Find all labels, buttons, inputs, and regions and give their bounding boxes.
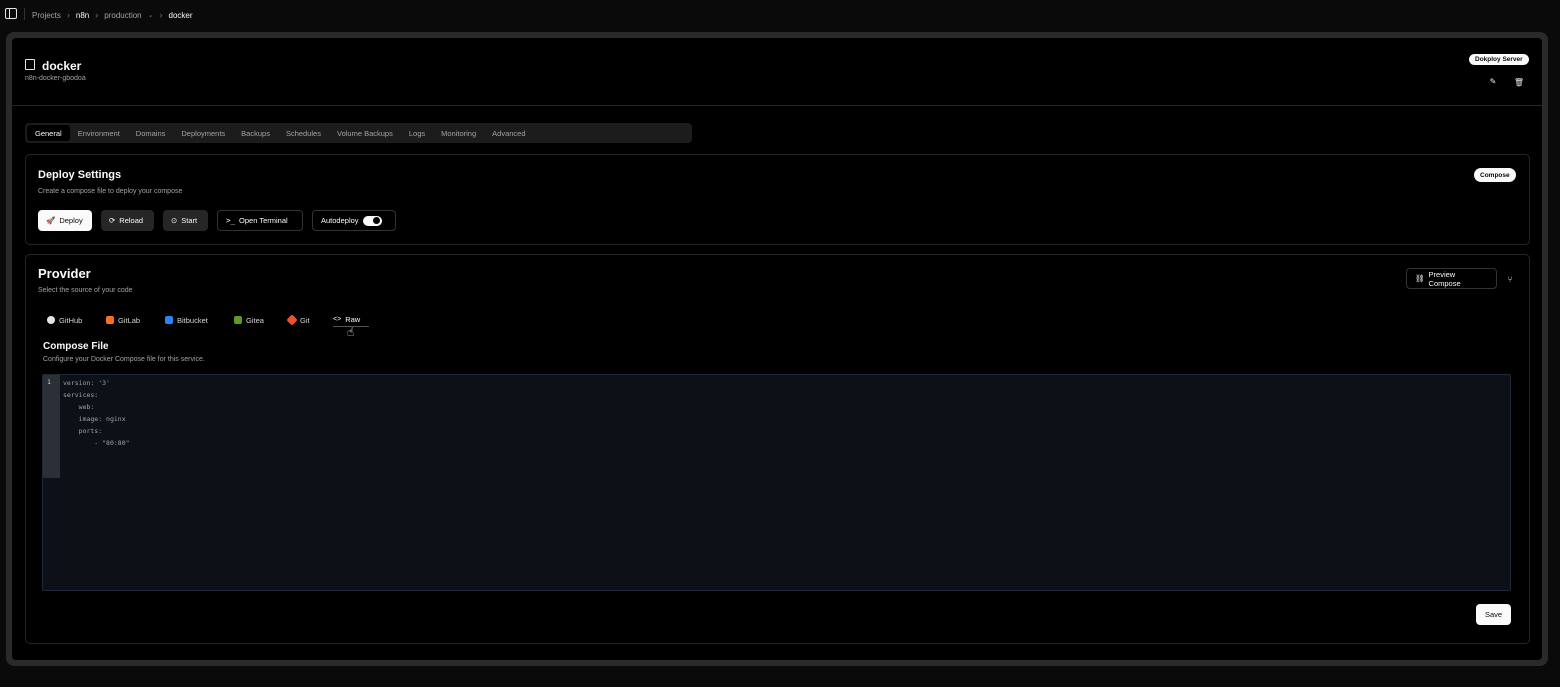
chevron-right-icon: › [95,10,99,20]
divider [24,8,25,20]
autodeploy-toggle[interactable] [362,215,382,226]
edit-icon[interactable]: ✎ [1488,76,1498,86]
check-circle-icon: ⊙ [171,216,178,225]
breadcrumb-projects[interactable]: Projects [32,11,61,20]
breadcrumb-environment[interactable]: production [104,11,141,20]
gitlab-icon [106,316,114,324]
tab-domains[interactable]: Domains [128,125,174,141]
deploy-settings-title: Deploy Settings [38,169,122,181]
deploy-button[interactable]: 🚀 Deploy [38,210,92,231]
source-tab-bitbucket[interactable]: Bitbucket [165,313,208,327]
breadcrumb: Projects › n8n › production ⌄ › docker [32,10,193,20]
trash-icon[interactable]: 🗑 [1514,77,1524,87]
bitbucket-icon [165,316,173,324]
reload-button-label: Reload [119,216,144,225]
open-terminal-label: Open Terminal [239,216,288,225]
tab-advanced[interactable]: Advanced [484,125,533,141]
tab-logs[interactable]: Logs [401,125,433,141]
refresh-icon: ⟳ [109,216,116,225]
server-badge: Dokploy Server [1469,54,1529,65]
provider-title: Provider [38,266,91,281]
terminal-icon: >_ [226,216,236,225]
reload-button[interactable]: ⟳ Reload [101,210,154,231]
preview-compose-button[interactable]: ⛓ Preview Compose [1406,268,1497,289]
tab-general[interactable]: General [27,125,70,141]
tab-volume-backups[interactable]: Volume Backups [329,125,401,141]
code-line: web: [63,403,95,411]
line-number: 1 [47,378,51,386]
link-icon: ⛓ [1415,274,1425,283]
git-branch-icon[interactable]: ⑂ [1504,273,1516,285]
chevron-right-icon: › [66,10,70,20]
code-line: version: '3' [63,379,110,387]
source-tab-gitea[interactable]: Gitea [234,313,264,327]
open-terminal-button[interactable]: >_ Open Terminal [217,210,303,231]
gitea-icon [234,316,242,324]
top-bar: Projects › n8n › production ⌄ › docker [0,0,1560,28]
source-tab-git[interactable]: Git [286,313,310,327]
deploy-button-label: Deploy [59,216,83,225]
chevron-right-icon: › [159,10,163,20]
service-tabs: General Environment Domains Deployments … [25,123,692,143]
git-icon [286,314,298,326]
service-header [12,38,1542,106]
source-tab-gitlab[interactable]: GitLab [106,313,140,327]
editor-gutter [43,375,60,478]
rocket-icon: 🚀 [46,216,56,225]
source-label: Bitbucket [177,315,208,325]
github-icon [47,316,55,324]
tab-deployments[interactable]: Deployments [173,125,233,141]
service-title: docker [42,59,82,73]
tab-monitoring[interactable]: Monitoring [433,125,484,141]
tab-schedules[interactable]: Schedules [278,125,329,141]
start-button-label: Start [181,216,198,225]
code-line: services: [63,391,99,399]
chevron-down-icon[interactable]: ⌄ [148,11,154,19]
compose-badge: Compose [1474,168,1516,182]
code-icon: <> [333,316,342,323]
compose-file-icon [25,59,35,70]
provider-description: Select the source of your code [38,287,133,294]
source-label: GitLab [118,315,141,325]
autodeploy-control: Autodeploy [312,210,396,231]
compose-file-description: Configure your Docker Compose file for t… [43,356,205,363]
source-label: Raw [345,315,361,324]
source-label: Gitea [246,315,264,325]
autodeploy-label: Autodeploy [321,216,359,225]
sidebar-toggle-icon[interactable] [5,8,17,19]
code-line: - "80:80" [63,439,130,447]
breadcrumb-current: docker [168,10,193,20]
code-line: image: nginx [63,415,126,423]
compose-editor[interactable] [42,374,1511,591]
breadcrumb-project[interactable]: n8n [76,11,89,20]
deploy-settings-description: Create a compose file to deploy your com… [38,188,183,195]
preview-compose-label: Preview Compose [1428,269,1461,288]
tab-backups[interactable]: Backups [233,125,278,141]
pointer-cursor-icon: ☝ [347,325,355,339]
source-label: GitHub [59,315,83,325]
start-button[interactable]: ⊙ Start [163,210,208,231]
source-label: Git [300,315,310,325]
code-line: ports: [63,427,103,435]
tab-environment[interactable]: Environment [70,125,128,141]
save-button[interactable]: Save [1476,604,1511,625]
service-app-name: n8n-docker-gbodoa [25,75,86,82]
source-tab-github[interactable]: GitHub [47,313,82,327]
compose-file-title: Compose File [43,341,109,352]
deploy-settings-card [25,154,1530,245]
